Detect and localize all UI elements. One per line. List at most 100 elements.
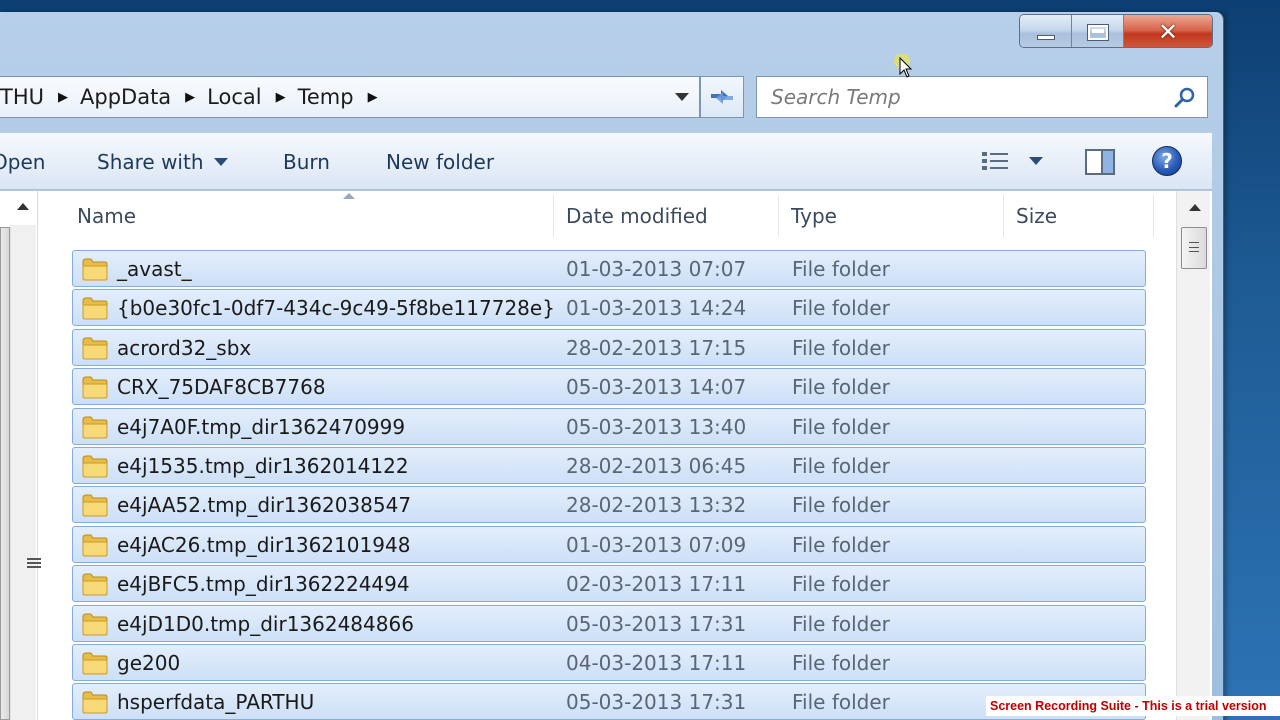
file-date-modified: 04-03-2013 17:11 [566,650,747,675]
help-button[interactable]: ? [1152,146,1182,176]
file-date-modified: 01-03-2013 14:24 [566,296,747,321]
open-button[interactable]: Open [0,133,45,191]
file-row[interactable]: CRX_75DAF8CB7768 05-03-2013 14:07 File f… [72,368,1146,406]
folder-icon [82,691,108,714]
file-type: File folder [792,532,890,557]
file-list: _avast_ 01-03-2013 07:07 File folder {b0… [72,250,1146,720]
file-row[interactable]: e4jBFC5.tmp_dir1362224494 02-03-2013 17:… [72,565,1146,603]
close-button[interactable]: ✕ [1124,15,1212,47]
breadcrumb-arrow-icon[interactable]: ▶ [276,90,286,105]
column-header-name[interactable]: Name [65,191,553,241]
file-type: File folder [792,572,890,597]
file-type: File folder [792,611,890,636]
change-view-icon[interactable] [980,148,1012,174]
folder-icon [82,376,108,399]
vertical-scrollbar[interactable] [1176,191,1210,720]
share-with-button[interactable]: Share with [97,133,228,191]
file-type: File folder [792,296,890,321]
breadcrumb-label: THU [0,85,44,109]
maximize-icon [1086,23,1109,41]
search-icon[interactable] [1173,86,1197,110]
scroll-grip-icon [1189,242,1199,252]
maximize-button[interactable] [1072,15,1124,47]
chevron-down-icon [213,158,228,166]
folder-icon [82,455,108,478]
file-type: File folder [792,414,890,439]
file-date-modified: 01-03-2013 07:09 [566,532,747,557]
vertical-scroll-thumb[interactable] [1181,227,1207,269]
file-date-modified: 01-03-2013 07:07 [566,257,747,281]
breadcrumb-item[interactable]: AppData ▶ [72,77,199,117]
breadcrumb-arrow-icon[interactable]: ▶ [368,90,378,105]
file-row[interactable]: e4jAA52.tmp_dir1362038547 28-02-2013 13:… [72,486,1146,524]
file-date-modified: 05-03-2013 14:07 [566,375,747,400]
view-options-dropdown-icon[interactable] [1029,157,1043,165]
file-type: File folder [792,375,890,400]
breadcrumb-arrow-icon[interactable]: ▶ [58,90,68,105]
column-header-label: Date modified [566,204,708,228]
breadcrumb-label: Temp [297,85,354,109]
open-label: Open [0,150,46,174]
file-row[interactable]: e4jAC26.tmp_dir1362101948 01-03-2013 07:… [72,525,1146,563]
scroll-up-arrow-icon[interactable] [1189,204,1201,211]
mouse-cursor-icon [894,54,913,78]
folder-icon [82,573,108,596]
file-row[interactable]: e4jD1D0.tmp_dir1362484866 05-03-2013 17:… [72,604,1146,642]
new-folder-label: New folder [386,150,495,174]
file-date-modified: 28-02-2013 06:45 [566,453,747,478]
burn-button[interactable]: Burn [283,133,330,191]
file-row[interactable]: ge200 04-03-2013 17:11 File folder [72,643,1146,681]
refresh-button[interactable] [700,76,744,118]
file-date-modified: 02-03-2013 17:11 [566,572,747,597]
preview-pane-icon[interactable] [1084,148,1116,176]
refresh-icon [711,90,733,104]
navigation-scroll-thumb[interactable] [0,227,10,720]
address-dropdown-icon[interactable] [675,93,689,101]
folder-icon [82,416,108,439]
file-date-modified: 28-02-2013 13:32 [566,493,747,518]
address-bar[interactable]: THU ▶ AppData ▶ Local ▶ Temp ▶ [0,76,700,118]
navigation-scrollbar[interactable] [10,225,41,720]
file-row[interactable]: acrord32_sbx 28-02-2013 17:15 File folde… [72,328,1146,366]
column-header-label: Size [1016,204,1058,228]
column-divider[interactable] [1153,195,1154,237]
search-box[interactable] [756,76,1208,118]
folder-icon [82,652,108,675]
breadcrumb-item[interactable]: THU ▶ [0,77,72,117]
file-name: e4j7A0F.tmp_dir1362470999 [117,414,406,439]
column-header-date[interactable]: Date modified [554,191,778,241]
breadcrumb-item[interactable]: Temp ▶ [290,77,382,117]
new-folder-button[interactable]: New folder [386,133,494,191]
file-name: e4jAA52.tmp_dir1362038547 [117,493,412,518]
file-type: File folder [792,493,890,518]
column-header-type[interactable]: Type [779,191,1003,241]
help-icon: ? [1161,149,1173,173]
share-with-label: Share with [97,150,204,174]
file-name: e4jD1D0.tmp_dir1362484866 [117,611,414,636]
file-row[interactable]: e4j1535.tmp_dir1362014122 28-02-2013 06:… [72,446,1146,484]
minimize-button[interactable] [1020,15,1072,47]
file-name: e4jAC26.tmp_dir1362101948 [117,532,411,557]
file-name: ge200 [117,650,181,675]
trial-watermark: Screen Recording Suite - This is a trial… [986,696,1280,716]
search-input[interactable] [771,85,1161,109]
file-row[interactable]: hsperfdata_PARTHU 05-03-2013 17:31 File … [72,683,1146,720]
close-icon: ✕ [1157,18,1179,46]
file-type: File folder [792,650,890,675]
file-date-modified: 05-03-2013 17:31 [566,611,747,636]
scroll-up-arrow-icon[interactable] [17,203,29,210]
file-row[interactable]: _avast_ 01-03-2013 07:07 File folder [72,250,1146,287]
breadcrumb-label: AppData [80,85,172,109]
column-header-row: Name Date modified Type Size [40,191,1174,241]
file-date-modified: 05-03-2013 13:40 [566,414,747,439]
file-date-modified: 28-02-2013 17:15 [566,335,747,360]
file-name: acrord32_sbx [117,335,252,360]
file-list-area: Name Date modified Type Size _avast_ 01-… [0,191,1212,720]
file-row[interactable]: e4j7A0F.tmp_dir1362470999 05-03-2013 13:… [72,407,1146,445]
breadcrumb-item[interactable]: Local ▶ [199,77,289,117]
file-row[interactable]: {b0e30fc1-0df7-434c-9c49-5f8be117728e} 0… [72,289,1146,327]
navigation-pane [0,191,41,720]
column-header-size[interactable]: Size [1004,191,1154,241]
breadcrumb-arrow-icon[interactable]: ▶ [185,90,195,105]
file-type: File folder [792,335,890,360]
